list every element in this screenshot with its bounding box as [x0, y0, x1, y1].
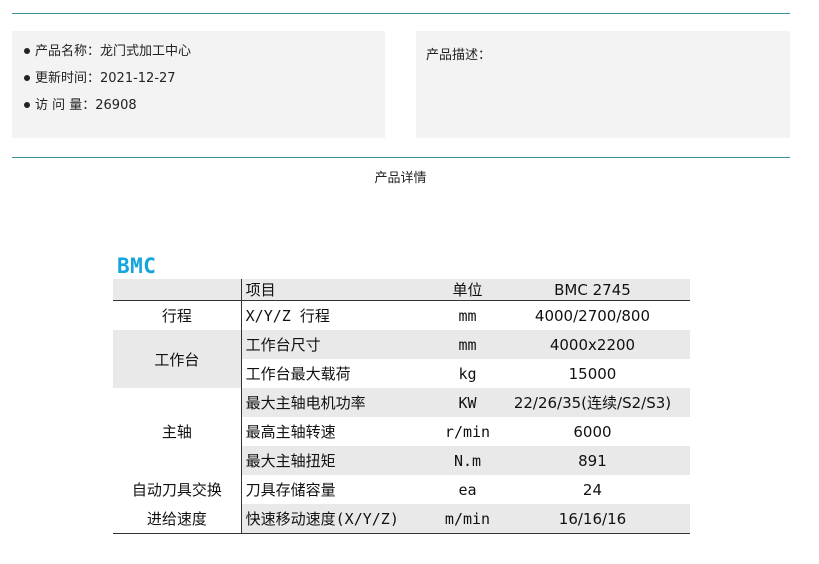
product-info-panel: 产品名称：龙门式加工中心 更新时间：2021-12-27 访 问 量：26908	[12, 31, 385, 138]
spec-item: 工作台尺寸	[241, 330, 441, 359]
spec-row: 自动刀具交换 刀具存储容量 ea 24	[113, 475, 690, 504]
spec-value: 15000	[568, 364, 617, 383]
product-description-panel: 产品描述：	[416, 31, 790, 138]
spec-row: 工作台 工作台尺寸 mm 4000x2200	[113, 330, 690, 388]
product-name-label: 产品名称：	[35, 44, 101, 59]
spec-category: 主轴	[113, 388, 242, 475]
spec-value: 22/26/35(连续/S2/S3)	[494, 388, 690, 417]
spec-item: 工作台最大载荷	[245, 365, 351, 383]
header-item: 项目	[241, 279, 441, 301]
top-divider	[12, 13, 790, 14]
spec-unit: ea	[458, 480, 477, 499]
product-detail-heading: 产品详情	[374, 171, 427, 186]
spec-row: 行程 X/Y/Z 行程 mm 4000/2700/800	[113, 300, 690, 330]
spec-category: 进给速度	[113, 504, 242, 534]
spec-unit: m/min	[440, 504, 495, 534]
product-description-label: 产品描述：	[426, 48, 492, 63]
spec-item: 刀具存储容量	[245, 481, 336, 499]
spec-item: 最高主轴转速	[245, 423, 336, 441]
spec-value: 891	[494, 446, 690, 475]
bullet-icon	[24, 74, 30, 81]
spec-table: 项目 单位 BMC 2745 行程 X/Y/Z 行程 mm 4000/2700/…	[113, 279, 690, 534]
spec-value: 16/16/16	[494, 504, 690, 534]
spec-item: 快速移动速度(X/Y/Z)	[241, 504, 441, 534]
bullet-icon	[24, 47, 30, 54]
spec-value: 4000x2200	[494, 330, 690, 359]
spec-value: 6000	[573, 422, 612, 441]
product-name-row: 产品名称：龙门式加工中心	[24, 44, 385, 71]
spec-header-row: 项目 单位 BMC 2745	[113, 279, 690, 301]
spec-value: 24	[582, 480, 603, 499]
spec-unit: mm	[458, 306, 477, 325]
view-count-value: 26908	[95, 98, 137, 113]
spec-value: 4000/2700/800	[534, 306, 651, 325]
spec-category: 自动刀具交换	[113, 475, 242, 504]
spec-unit: N.m	[440, 446, 495, 475]
product-name-value: 龙门式加工中心	[100, 44, 192, 59]
view-count-label: 访 问 量：	[35, 98, 96, 113]
spec-item: 最大主轴电机功率	[241, 388, 441, 417]
spec-category: 工作台	[113, 330, 242, 388]
view-count-row: 访 问 量：26908	[24, 98, 385, 125]
update-time-value: 2021-12-27	[100, 71, 176, 86]
spec-category: 行程	[113, 300, 242, 330]
spec-unit: kg	[458, 364, 477, 383]
header-value: BMC 2745	[494, 279, 690, 301]
spec-unit: KW	[440, 388, 495, 417]
middle-divider	[12, 157, 790, 158]
spec-item: X/Y/Z 行程	[245, 307, 330, 325]
spec-item: 最大主轴扭矩	[241, 446, 441, 475]
update-time-row: 更新时间：2021-12-27	[24, 71, 385, 98]
header-unit: 单位	[440, 279, 495, 301]
header-category	[113, 279, 242, 301]
spec-row: 主轴 最大主轴电机功率 KW 22/26/35(连续/S2/S3)	[113, 388, 690, 475]
spec-unit: r/min	[444, 422, 491, 441]
product-info-list: 产品名称：龙门式加工中心 更新时间：2021-12-27 访 问 量：26908	[12, 31, 385, 125]
spec-row: 进给速度 快速移动速度(X/Y/Z) m/min 16/16/16	[113, 504, 690, 534]
bullet-icon	[24, 101, 30, 108]
update-time-label: 更新时间：	[35, 71, 101, 86]
spec-unit: mm	[440, 330, 495, 359]
